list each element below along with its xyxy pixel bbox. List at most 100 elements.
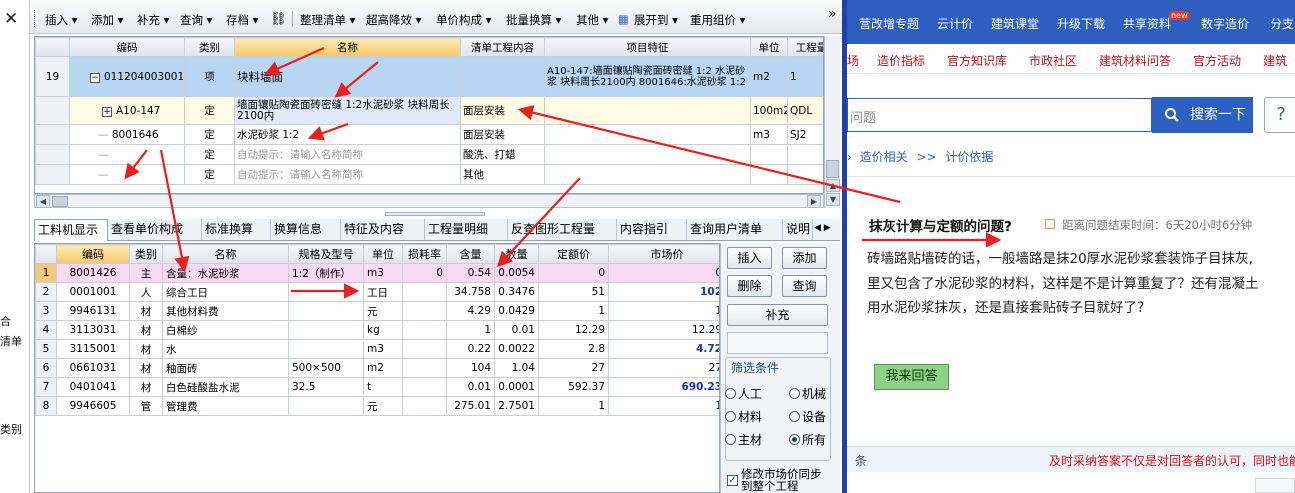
tab-convert-info[interactable]: 换算信息 — [271, 219, 341, 240]
table-row[interactable]: 19 −011204003001 项 块料墙面 A10-147:墙面镶贴陶瓷面砖… — [35, 56, 823, 97]
name-cell[interactable]: 白棉纱 — [162, 320, 289, 340]
sub-nav-item[interactable]: 市政社区 — [1029, 52, 1077, 69]
quota-price-cell[interactable]: 2.8 — [538, 339, 609, 359]
tab-quantity-detail[interactable]: 工程量明细 — [425, 219, 508, 240]
col-header-market-price[interactable]: 市场价 — [608, 244, 719, 264]
qty-cell[interactable] — [787, 164, 823, 185]
nav-item[interactable]: 云计价 — [937, 15, 973, 32]
nav-item[interactable]: 数字造价 — [1201, 15, 1249, 32]
breadcrumb-item[interactable]: 造价相关 — [860, 150, 908, 164]
loss-cell[interactable] — [402, 282, 447, 302]
unit-cell[interactable]: m2 — [750, 56, 788, 97]
feature-cell[interactable] — [544, 164, 751, 185]
market-price-cell[interactable]: 4.72 — [608, 339, 719, 359]
code-cell[interactable]: 3115001 — [56, 339, 130, 359]
type-cell[interactable]: 主 — [129, 263, 163, 283]
table-row[interactable]: + A10-147 定 墙面镶贴陶瓷面砖密缝 1:2水泥砂浆 块料周长2100内 … — [35, 96, 823, 125]
delete-button[interactable]: 删除 — [727, 275, 772, 297]
close-icon[interactable]: ✕ — [4, 9, 18, 29]
feature-cell[interactable] — [544, 144, 751, 165]
code-cell[interactable]: 3113031 — [56, 320, 130, 340]
spec-cell[interactable] — [288, 282, 364, 302]
qty-cell[interactable]: 1 — [787, 56, 823, 97]
code-cell[interactable]: −011204003001 — [69, 56, 185, 97]
content-cell[interactable]: 1 — [446, 320, 495, 340]
type-cell[interactable]: 定 — [184, 164, 235, 185]
radio-equipment[interactable]: 设备 — [789, 408, 826, 425]
table-row[interactable]: 60661031材釉面砖500×500m21041.042727 — [35, 358, 719, 378]
quantity-cell[interactable]: 0.0022 — [494, 339, 539, 359]
quota-price-cell[interactable]: 27 — [538, 358, 609, 378]
collapse-icon[interactable]: − — [90, 72, 100, 83]
unit-cell[interactable]: m3 — [363, 339, 403, 359]
tab-unit-price[interactable]: 查看单价构成 — [108, 219, 202, 240]
col-header-content[interactable]: 清单工程内容 — [460, 37, 545, 57]
tab-notes[interactable]: 说明 — [783, 219, 813, 240]
scroll-right-icon[interactable]: ▶ — [807, 195, 821, 208]
type-cell[interactable]: 定 — [184, 144, 235, 165]
sync-checkbox[interactable]: ✓ — [727, 475, 738, 486]
table-row[interactable]: 89946605管管理费元275.012.750111 — [35, 396, 719, 416]
tab-graphic-quantity[interactable]: 反查图形工程量 — [508, 219, 617, 240]
table-row[interactable]: 2 0001001 人综合工日 工日 34.758 0.3476 51 102 — [35, 282, 719, 302]
spec-cell[interactable] — [288, 320, 364, 340]
spec-cell[interactable] — [288, 301, 364, 321]
search-input[interactable]: 问题 — [847, 98, 1152, 132]
radio-material[interactable]: 材料 — [725, 408, 762, 425]
unit-cell[interactable]: t — [363, 377, 403, 397]
content-cell[interactable]: 0.22 — [446, 339, 495, 359]
insert-button[interactable]: 插入 — [727, 247, 772, 269]
expand-icon[interactable]: + — [102, 106, 112, 117]
horizontal-scrollbar[interactable]: ◀ ▶ — [34, 194, 824, 208]
loss-cell[interactable]: 0 — [402, 263, 447, 283]
col-header-name[interactable]: 名称 — [234, 37, 461, 57]
qty-cell[interactable] — [787, 144, 823, 165]
code-cell[interactable]: — — [69, 164, 185, 185]
type-cell[interactable]: 材 — [129, 339, 163, 359]
sub-nav-item[interactable]: 造价指标 — [877, 52, 925, 69]
radio-labor[interactable]: 人工 — [725, 385, 762, 402]
sub-nav-item[interactable]: 建筑材料问答 — [1099, 52, 1171, 69]
content-cell[interactable]: 面层安装 — [460, 124, 545, 145]
radio-main-material[interactable]: 主材 — [725, 431, 762, 448]
market-price-cell[interactable]: 102 — [608, 282, 719, 302]
toolbar-expand-to[interactable]: 展开到 ▾ — [634, 12, 678, 28]
loss-cell[interactable] — [402, 320, 447, 340]
table-row[interactable]: 7 0401041 材白色硅酸盐水泥 32.5 t 0.01 0.0001 592.37 690… — [35, 377, 719, 397]
type-cell[interactable]: 材 — [129, 320, 163, 340]
quota-price-cell[interactable]: 1 — [538, 396, 609, 416]
table-row[interactable]: 18001426主含量：水泥砂浆1:2（制作）m300.540.005400 — [35, 263, 719, 283]
unit-cell[interactable]: m3 — [750, 124, 788, 145]
toolbar-insert[interactable]: 插入 ▾ — [45, 12, 77, 28]
unit-cell[interactable]: m3 — [363, 263, 403, 283]
col-header-qty[interactable]: 工程量 — [787, 37, 823, 57]
content-cell[interactable]: 面层安装 — [460, 96, 545, 125]
code-cell[interactable]: — — [69, 144, 185, 165]
quantity-cell[interactable]: 0.0429 — [494, 301, 539, 321]
splitter-handle[interactable] — [385, 212, 485, 216]
scroll-thumb[interactable] — [826, 160, 839, 178]
table-row[interactable]: 4 3113031 材白棉纱 kg 1 0.01 12.29 12.29 — [35, 320, 719, 340]
quantity-cell[interactable]: 0.3476 — [494, 282, 539, 302]
type-cell[interactable]: 材 — [129, 358, 163, 378]
name-cell[interactable]: 含量：水泥砂浆 — [162, 263, 289, 283]
type-cell[interactable]: 管 — [129, 396, 163, 416]
code-cell[interactable]: 0001001 — [56, 282, 130, 302]
col-header-loss-rate[interactable]: 损耗率 — [402, 244, 447, 264]
market-price-cell[interactable]: 0 — [608, 263, 719, 283]
name-cell[interactable]: 水 — [162, 339, 289, 359]
help-button[interactable]: ? — [1264, 97, 1295, 133]
scroll-up-icon[interactable]: ▲ — [826, 179, 840, 192]
add-button[interactable]: 添加 — [782, 247, 827, 269]
code-cell[interactable]: + A10-147 — [69, 96, 185, 125]
table-row[interactable]: 5 3115001 材水 m3 0.22 0.0022 2.8 4.72 — [35, 339, 719, 359]
feature-cell[interactable] — [544, 124, 751, 145]
table-row[interactable]: — 定 自动提示：请输入名称简称 其他 — [35, 164, 823, 185]
breadcrumb-item[interactable]: 计价依据 — [945, 150, 993, 164]
search-button[interactable]: 搜索一下 — [1152, 97, 1253, 133]
col-header-type[interactable]: 类别 — [184, 37, 235, 57]
scroll-left-icon[interactable]: ◀ — [36, 195, 50, 208]
col-header-feature[interactable]: 项目特征 — [544, 37, 751, 57]
name-cell[interactable]: 墙面镶贴陶瓷面砖密缝 1:2水泥砂浆 块料周长2100内 — [234, 96, 461, 125]
code-cell[interactable]: 9946605 — [56, 396, 130, 416]
